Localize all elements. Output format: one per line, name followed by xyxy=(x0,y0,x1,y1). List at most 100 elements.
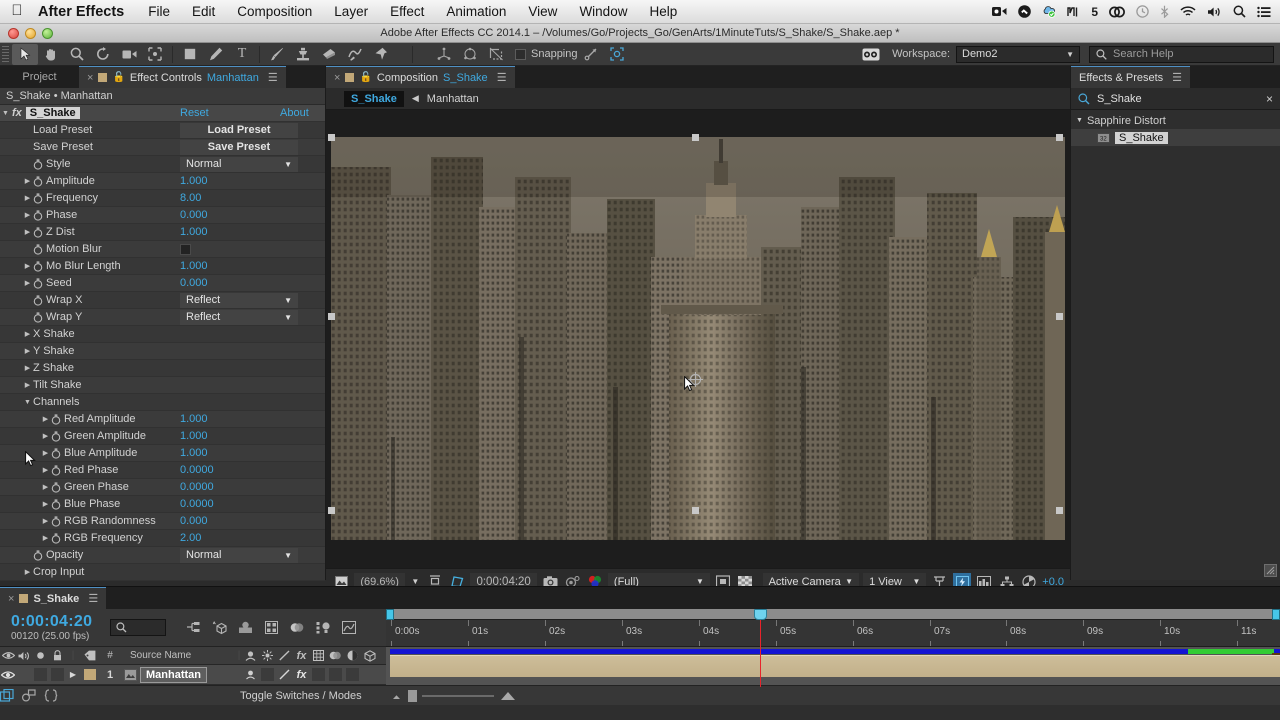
camera-tool[interactable] xyxy=(116,44,142,65)
3d-layer-icon[interactable] xyxy=(361,647,379,665)
disclosure-triangle-icon[interactable]: ▶ xyxy=(40,500,51,508)
effect-property-row[interactable]: Wrap X Reflect ▼ xyxy=(0,292,325,309)
effect-property-row[interactable]: ▶ Mo Blur Length 1.000 xyxy=(0,258,325,275)
disclosure-triangle-icon[interactable]: ▶ xyxy=(40,415,51,423)
disclosure-triangle-icon[interactable]: ▶ xyxy=(22,194,33,202)
property-checkbox[interactable] xyxy=(180,243,191,255)
selection-handle-bc[interactable] xyxy=(692,507,699,514)
close-icon[interactable]: × xyxy=(8,593,14,605)
toolbar-grip[interactable] xyxy=(2,46,9,62)
local-axis-mode-icon[interactable] xyxy=(431,44,457,65)
stopwatch-icon[interactable] xyxy=(33,260,46,272)
expression-icon[interactable] xyxy=(44,689,66,702)
current-time-value[interactable]: 0:00:04:20 xyxy=(11,613,110,631)
disclosure-triangle-icon[interactable]: ▶ xyxy=(40,432,51,440)
source-name-column-header[interactable]: Source Name xyxy=(120,647,236,665)
layer-adjustment-toggle[interactable] xyxy=(344,665,361,685)
timeline-ruler[interactable]: 0:00s 01s 02s 03s 04s 05s 06s 07s 08s 09s 10s 11s xyxy=(386,609,1280,647)
effect-property-row[interactable]: ▶ Phase 0.000 xyxy=(0,207,325,224)
property-value[interactable]: 1.000 xyxy=(180,226,208,238)
lock-icon[interactable] xyxy=(48,647,66,665)
stopwatch-icon[interactable] xyxy=(33,209,46,221)
disclosure-triangle-icon[interactable]: ▶ xyxy=(22,347,33,355)
adjustment-layer-icon[interactable] xyxy=(344,647,361,665)
timeline-zoom-control[interactable] xyxy=(390,689,517,702)
layer-visibility-icon[interactable] xyxy=(0,665,16,685)
stopwatch-icon[interactable] xyxy=(51,498,64,510)
menu-window[interactable]: Window xyxy=(568,4,638,19)
menu-help[interactable]: Help xyxy=(638,4,688,19)
disclosure-triangle-icon[interactable]: ▶ xyxy=(40,517,51,525)
property-value[interactable]: 8.00 xyxy=(180,192,201,204)
tab-effects-presets[interactable]: Effects & Presets ☰ xyxy=(1071,66,1191,88)
work-area-end-handle[interactable] xyxy=(1272,609,1280,620)
zoom-tool[interactable] xyxy=(64,44,90,65)
disclosure-triangle-icon[interactable]: ▶ xyxy=(40,466,51,474)
bluetooth-icon[interactable] xyxy=(1160,5,1169,18)
composition-image[interactable] xyxy=(331,137,1065,540)
apple-icon[interactable]:  xyxy=(0,3,34,20)
property-value[interactable]: 1.000 xyxy=(180,447,208,459)
effect-property-row[interactable]: ▶ Green Amplitude 1.000 xyxy=(0,428,325,445)
wifi-icon[interactable] xyxy=(1180,5,1196,18)
layer-lock-toggle[interactable] xyxy=(48,665,66,685)
lock-icon[interactable]: 🔓 xyxy=(112,72,124,83)
zoom-slider-track[interactable] xyxy=(422,694,494,697)
frame-blend-icon[interactable] xyxy=(310,647,327,665)
layer-3d-toggle[interactable] xyxy=(361,665,379,685)
timeline-track-area[interactable] xyxy=(386,647,1280,687)
property-value[interactable]: 0.000 xyxy=(180,209,208,221)
effect-property-row[interactable]: ▶ Tilt Shake xyxy=(0,377,325,394)
disclosure-triangle-icon[interactable]: ▶ xyxy=(40,483,51,491)
disclosure-triangle-icon[interactable]: ▶ xyxy=(22,177,33,185)
property-dropdown[interactable]: Normal ▼ xyxy=(180,156,298,172)
audio-icon[interactable] xyxy=(16,647,32,665)
property-value[interactable]: 1.000 xyxy=(180,430,208,442)
stopwatch-icon[interactable] xyxy=(51,464,64,476)
effect-property-row[interactable]: Save Preset Save Preset xyxy=(0,139,325,156)
rotation-tool[interactable] xyxy=(90,44,116,65)
disclosure-triangle-icon[interactable]: ▶ xyxy=(22,364,33,372)
effect-property-row[interactable]: Opacity Normal ▼ xyxy=(0,547,325,564)
effect-property-row[interactable]: ▶ RGB Frequency 2.00 xyxy=(0,530,325,547)
motion-blur-icon[interactable] xyxy=(284,617,310,639)
effect-property-row[interactable]: Style Normal ▼ xyxy=(0,156,325,173)
label-icon[interactable] xyxy=(80,647,100,665)
effect-property-row[interactable]: ▶ Amplitude 1.000 xyxy=(0,173,325,190)
clone-stamp-tool[interactable] xyxy=(290,44,316,65)
stopwatch-icon[interactable] xyxy=(33,294,46,306)
frame-render-time-icon[interactable] xyxy=(0,689,22,702)
zoom-in-icon[interactable] xyxy=(499,691,517,701)
layer-expand-triangle-icon[interactable]: ▶ xyxy=(66,665,80,685)
property-value[interactable]: 2.00 xyxy=(180,532,201,544)
effect-name-label[interactable]: S_Shake xyxy=(25,107,80,119)
hide-shy-layers-icon[interactable] xyxy=(232,617,258,639)
effect-property-row[interactable]: ▶ Y Shake xyxy=(0,343,325,360)
stopwatch-icon[interactable] xyxy=(51,430,64,442)
menu-effect[interactable]: Effect xyxy=(379,4,435,19)
ruler-ticks[interactable]: 0:00s 01s 02s 03s 04s 05s 06s 07s 08s 09s 10s 11s xyxy=(386,609,1280,647)
reset-link[interactable]: Reset xyxy=(180,107,209,119)
layer-audio-toggle[interactable] xyxy=(16,665,32,685)
stopwatch-icon[interactable] xyxy=(51,481,64,493)
comp-flowchart-icon[interactable] xyxy=(22,689,44,702)
zoom-out-icon[interactable] xyxy=(390,692,403,700)
brush-tool[interactable] xyxy=(264,44,290,65)
property-value[interactable]: 0.000 xyxy=(180,277,208,289)
layer-name-label[interactable]: Manhattan xyxy=(140,666,207,683)
property-value[interactable]: 0.0000 xyxy=(180,498,214,510)
effect-property-row[interactable]: Load Preset Load Preset xyxy=(0,122,325,139)
creative-cloud-icon[interactable] xyxy=(1109,6,1125,18)
property-dropdown[interactable]: Reflect ▼ xyxy=(180,292,298,308)
panel-menu-icon[interactable]: ☰ xyxy=(88,592,98,605)
property-value[interactable]: 1.000 xyxy=(180,175,208,187)
effects-search-input[interactable] xyxy=(1097,92,1227,105)
tab-composition[interactable]: × 🔓 Composition S_Shake ☰ xyxy=(326,66,515,88)
composition-mini-flowchart-icon[interactable] xyxy=(180,617,206,639)
frame-blending-icon[interactable] xyxy=(258,617,284,639)
clear-search-icon[interactable]: × xyxy=(1266,92,1273,106)
shy-icon[interactable] xyxy=(242,647,259,665)
property-value[interactable]: 1.000 xyxy=(180,413,208,425)
hand-tool[interactable] xyxy=(38,44,64,65)
work-area-start-handle[interactable] xyxy=(386,609,394,620)
